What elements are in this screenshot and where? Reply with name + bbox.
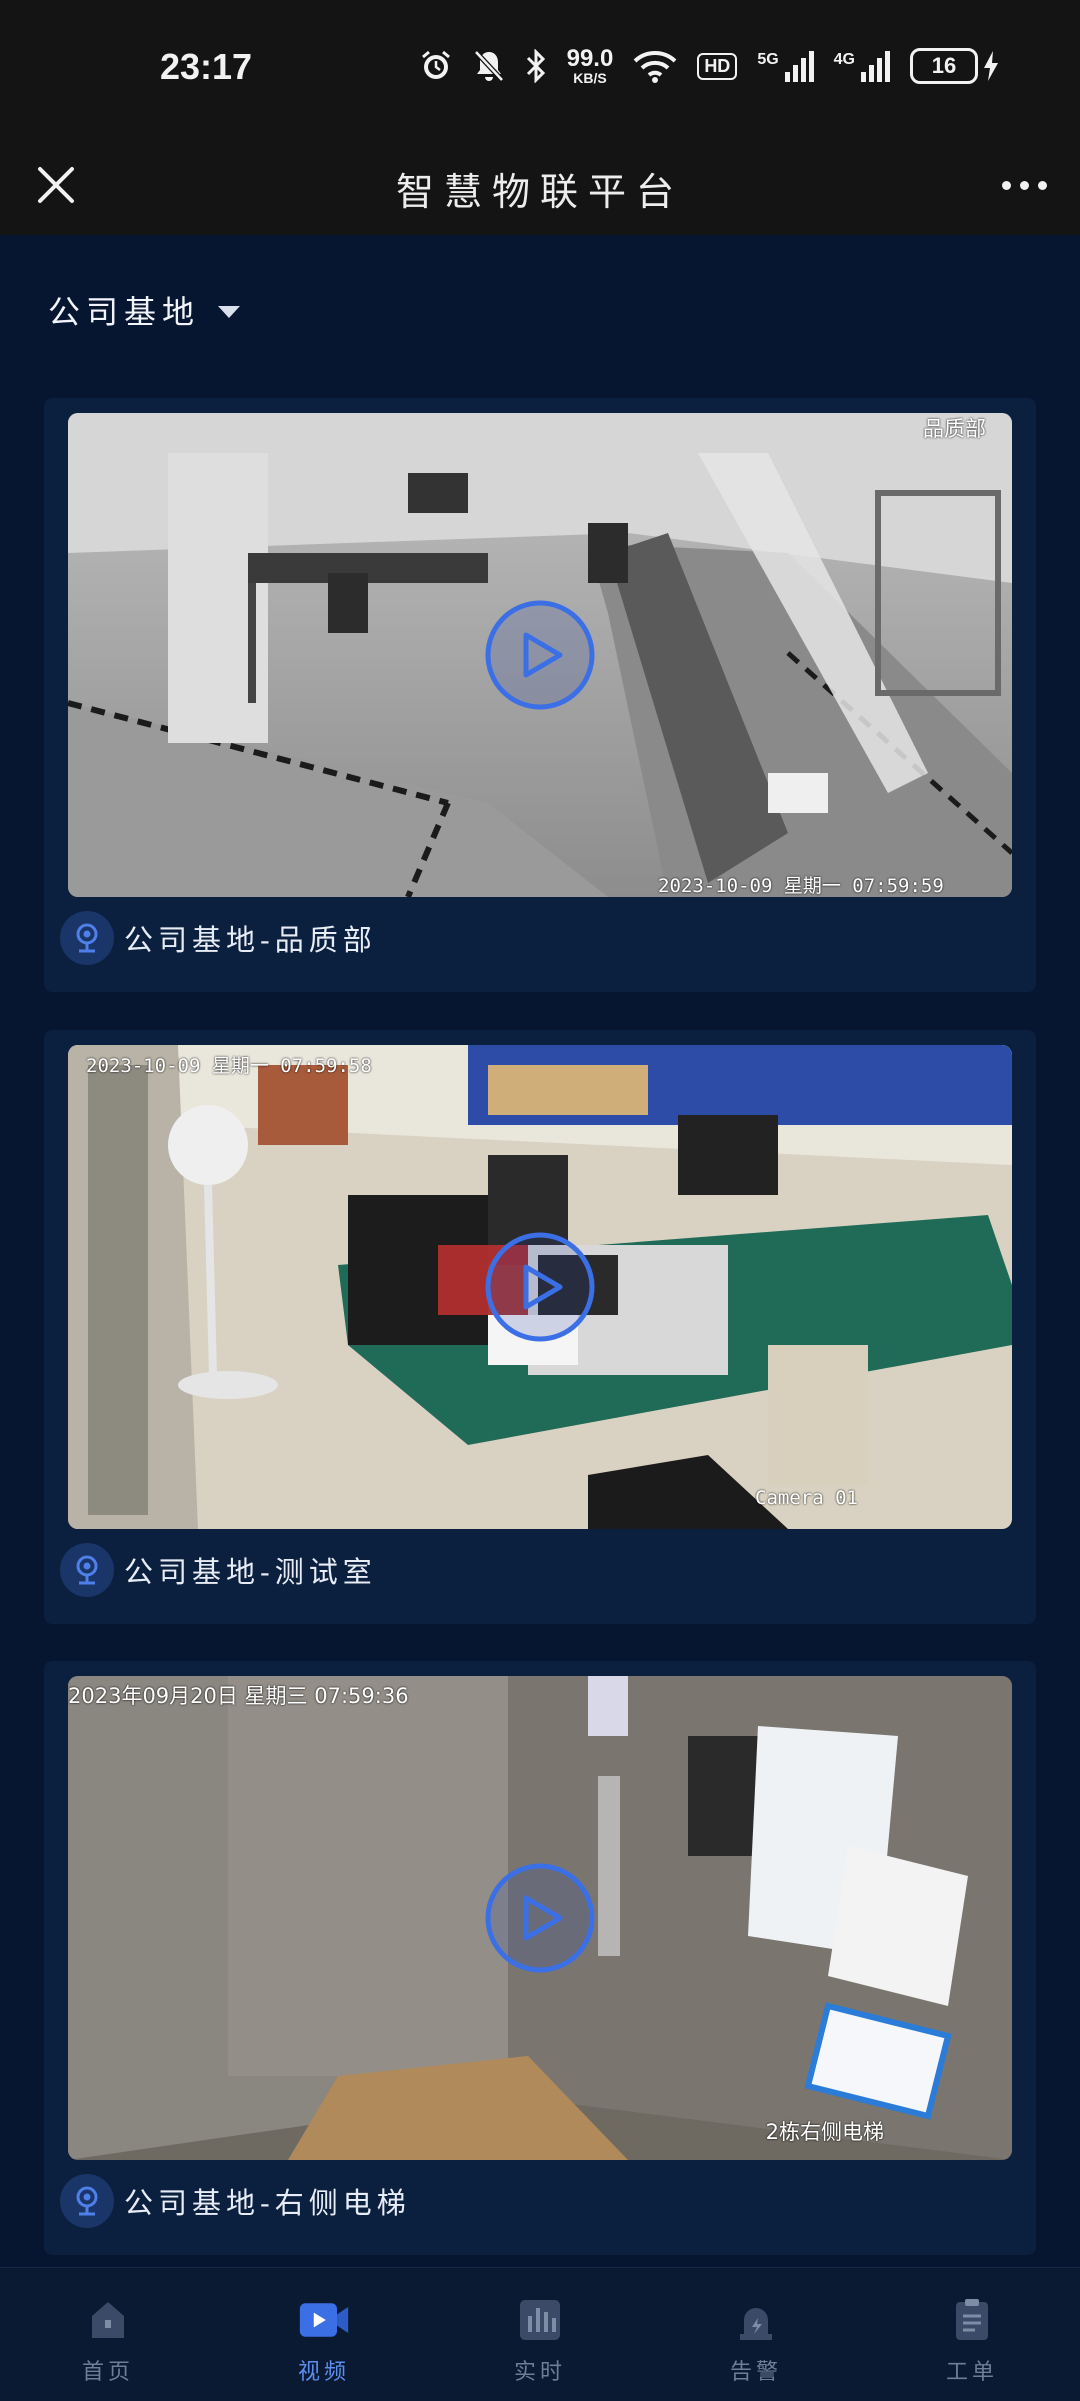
bottom-navigation: 首页 视频 实时 告警 工单 bbox=[0, 2267, 1080, 2401]
nav-item-home[interactable]: 首页 bbox=[0, 2268, 216, 2401]
location-selected-label: 公司基地 bbox=[48, 293, 201, 331]
nav-item-alarm[interactable]: 告警 bbox=[648, 2268, 864, 2401]
play-button[interactable] bbox=[484, 1862, 596, 1974]
video-icon bbox=[298, 2294, 350, 2346]
home-icon bbox=[82, 2294, 134, 2346]
play-button[interactable] bbox=[484, 1231, 596, 1343]
play-icon bbox=[485, 600, 595, 710]
nav-label: 实时 bbox=[513, 2360, 566, 2385]
camera-icon bbox=[60, 911, 114, 965]
play-icon bbox=[485, 1232, 595, 1342]
battery-indicator: 16 bbox=[910, 48, 1000, 84]
camera-footer: 公司基地-品质部 bbox=[60, 910, 377, 966]
nav-label: 告警 bbox=[729, 2360, 782, 2385]
realtime-chart-icon bbox=[514, 2294, 566, 2346]
osd-location-label: 品质部 bbox=[923, 417, 986, 441]
location-dropdown[interactable]: 公司基地 bbox=[48, 287, 241, 333]
camera-video-preview[interactable]: 品质部 2023-10-09 星期一 07:59:59 bbox=[68, 413, 1012, 897]
camera-name: 公司基地-右侧电梯 bbox=[124, 2186, 411, 2220]
camera-list-page: 公司基地 品质部 2023-10-09 星期一 07:59:59 公司基地-品质… bbox=[0, 235, 1080, 2267]
page-title: 智慧物联平台 bbox=[395, 170, 684, 214]
more-dot-icon bbox=[1019, 180, 1029, 190]
net-speed: 99.0 KB/S bbox=[566, 45, 614, 86]
camera-name: 公司基地-品质部 bbox=[124, 923, 377, 957]
camera-video-preview[interactable]: 2023年09月20日 星期三 07:59:36 2栋右侧电梯 bbox=[68, 1676, 1012, 2160]
camera-icon bbox=[60, 1543, 114, 1597]
play-button[interactable] bbox=[484, 599, 596, 711]
status-time: 23:17 bbox=[160, 46, 253, 87]
play-icon bbox=[485, 1863, 595, 1973]
camera-footer: 公司基地-右侧电梯 bbox=[60, 2173, 411, 2229]
caret-down-icon bbox=[218, 306, 241, 318]
osd-timestamp: 2023-10-09 星期一 07:59:58 bbox=[86, 1055, 372, 1077]
camera-card-test-room[interactable]: 2023-10-09 星期一 07:59:58 Camera 01 公司基地-测… bbox=[44, 1030, 1036, 1624]
alarm-icon bbox=[419, 49, 453, 83]
mute-icon bbox=[473, 49, 505, 83]
signal-5g-icon: 5G bbox=[757, 50, 814, 82]
more-dot-icon bbox=[1037, 180, 1047, 190]
more-dot-icon bbox=[1001, 180, 1011, 190]
battery-level: 16 bbox=[910, 48, 978, 84]
camera-video-preview[interactable]: 2023-10-09 星期一 07:59:58 Camera 01 bbox=[68, 1045, 1012, 1529]
signal-4g-icon: 4G bbox=[834, 50, 890, 82]
nav-item-video[interactable]: 视频 bbox=[216, 2268, 432, 2401]
osd-camera-label: 2栋右侧电梯 bbox=[765, 2120, 884, 2144]
nav-item-realtime[interactable]: 实时 bbox=[432, 2268, 648, 2401]
charging-icon bbox=[984, 51, 998, 81]
status-icons: 99.0 KB/S HD 5G 4G 16 bbox=[419, 44, 1000, 88]
camera-card-quality[interactable]: 品质部 2023-10-09 星期一 07:59:59 公司基地-品质部 bbox=[44, 398, 1036, 992]
clipboard-icon bbox=[946, 2294, 998, 2346]
alarm-siren-icon bbox=[730, 2294, 782, 2346]
hd-badge: HD bbox=[697, 52, 738, 80]
app-bar: 智慧物联平台 bbox=[0, 135, 1080, 235]
status-bar: 23:17 99.0 KB/S HD 5G 4G 16 bbox=[0, 0, 1080, 135]
camera-footer: 公司基地-测试室 bbox=[60, 1542, 377, 1598]
nav-label: 视频 bbox=[297, 2360, 350, 2385]
camera-card-elevator[interactable]: 2023年09月20日 星期三 07:59:36 2栋右侧电梯 公司基地-右侧电… bbox=[44, 1661, 1036, 2255]
nav-item-work-order[interactable]: 工单 bbox=[864, 2268, 1080, 2401]
camera-name: 公司基地-测试室 bbox=[124, 1555, 377, 1589]
wifi-icon bbox=[633, 49, 677, 83]
osd-timestamp: 2023-10-09 星期一 07:59:59 bbox=[658, 875, 944, 897]
nav-label: 首页 bbox=[81, 2360, 134, 2385]
camera-icon bbox=[60, 2174, 114, 2228]
nav-label: 工单 bbox=[945, 2360, 998, 2385]
bluetooth-icon bbox=[525, 49, 547, 83]
more-options-button[interactable] bbox=[992, 153, 1056, 217]
osd-camera-label: Camera 01 bbox=[755, 1487, 858, 1509]
osd-timestamp: 2023年09月20日 星期三 07:59:36 bbox=[68, 1684, 409, 1708]
